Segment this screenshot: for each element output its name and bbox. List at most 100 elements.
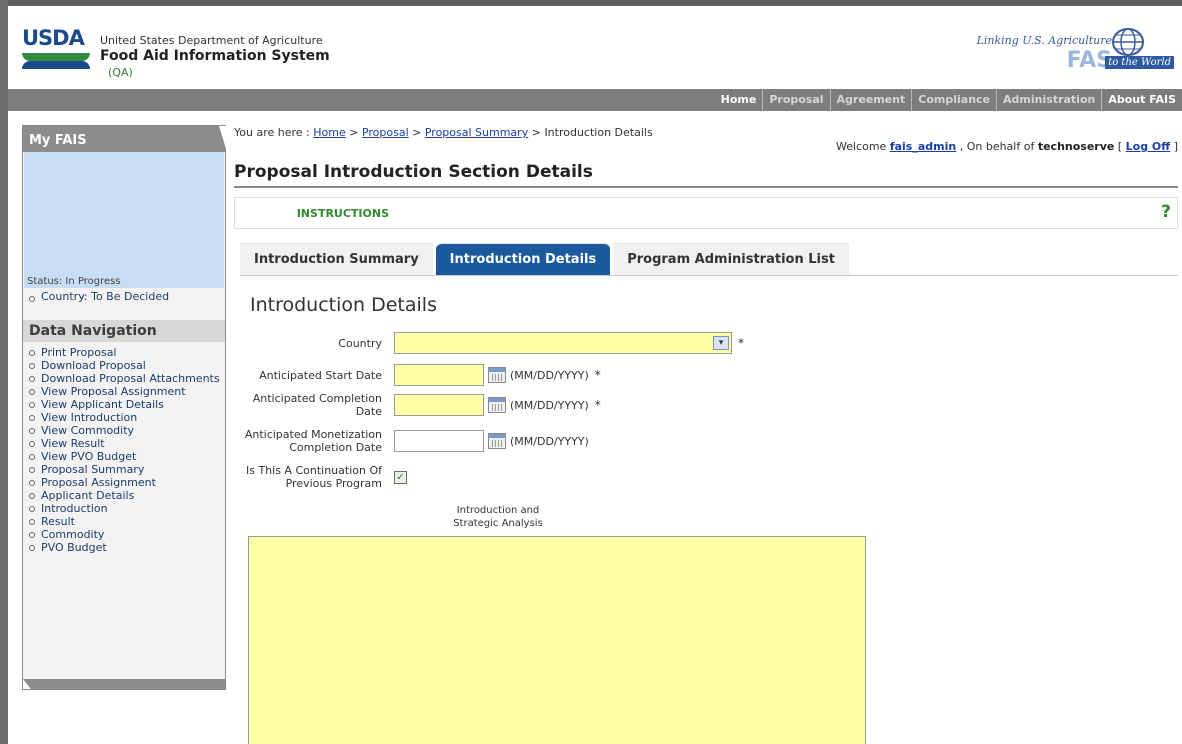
sidebar-item-label: Proposal Summary bbox=[41, 463, 145, 476]
usda-logo-text: USDA bbox=[22, 26, 85, 50]
monetization-date-row: Anticipated Monetization Completion Date… bbox=[234, 428, 589, 454]
bullet-icon bbox=[29, 389, 35, 395]
breadcrumb-proposal-link[interactable]: Proposal bbox=[362, 126, 409, 139]
calendar-icon[interactable] bbox=[488, 367, 506, 383]
globe-icon bbox=[1112, 28, 1144, 56]
sidebar-item-download-proposal[interactable]: Download Proposal bbox=[27, 359, 225, 372]
sidebar: My FAIS Status: In Progress Country: To … bbox=[22, 125, 227, 690]
start-date-input[interactable] bbox=[394, 364, 484, 386]
bullet-icon bbox=[29, 545, 35, 551]
textarea-label: Introduction and Strategic Analysis bbox=[453, 505, 543, 529]
country-row: Country ▾ * bbox=[234, 332, 744, 354]
calendar-icon[interactable] bbox=[488, 433, 506, 449]
breadcrumb-home-link[interactable]: Home bbox=[313, 126, 345, 139]
monetization-date-input[interactable] bbox=[394, 430, 484, 452]
sidebar-item-applicant-details[interactable]: Applicant Details bbox=[27, 489, 225, 502]
fas-logo: Linking U.S. Agriculture FAS to the Worl… bbox=[954, 26, 1174, 76]
breadcrumb-proposal-summary-link[interactable]: Proposal Summary bbox=[425, 126, 528, 139]
completion-date-label: Anticipated Completion Date bbox=[252, 392, 382, 418]
bullet-icon bbox=[29, 402, 35, 408]
sidebar-title: My FAIS bbox=[23, 126, 225, 152]
fas-tagline: Linking U.S. Agriculture bbox=[976, 34, 1112, 47]
bullet-icon bbox=[29, 376, 35, 382]
nav-home[interactable]: Home bbox=[715, 89, 763, 111]
country-select[interactable]: ▾ bbox=[394, 332, 732, 354]
welcome-prefix: Welcome bbox=[836, 140, 890, 153]
sidebar-item-label: Download Proposal Attachments bbox=[41, 372, 220, 385]
required-mark: * bbox=[594, 368, 601, 382]
date-format-hint: (MM/DD/YYYY) bbox=[510, 398, 589, 412]
sidebar-item-label: Commodity bbox=[41, 528, 105, 541]
tab-program-administration-list[interactable]: Program Administration List bbox=[613, 243, 849, 275]
bullet-icon bbox=[29, 532, 35, 538]
completion-date-input[interactable] bbox=[394, 394, 484, 416]
sidebar-item-label: Proposal Assignment bbox=[41, 476, 156, 489]
date-format-hint: (MM/DD/YYYY) bbox=[510, 434, 589, 448]
environment-label: (QA) bbox=[108, 66, 133, 79]
bullet-icon bbox=[29, 519, 35, 525]
tab-introduction-summary[interactable]: Introduction Summary bbox=[240, 243, 433, 275]
breadcrumb-prefix: You are here : bbox=[234, 126, 314, 139]
breadcrumb: You are here : Home > Proposal > Proposa… bbox=[234, 126, 1178, 139]
sidebar-item-view-commodity[interactable]: View Commodity bbox=[27, 424, 225, 437]
sidebar-item-view-result[interactable]: View Result bbox=[27, 437, 225, 450]
help-icon[interactable]: ? bbox=[1161, 202, 1171, 222]
sidebar-item-label: View Proposal Assignment bbox=[41, 385, 186, 398]
bullet-icon bbox=[29, 454, 35, 460]
chevron-down-icon[interactable]: ▾ bbox=[713, 336, 729, 350]
bullet-icon bbox=[29, 295, 35, 302]
sidebar-item-result[interactable]: Result bbox=[27, 515, 225, 528]
logoff-bracket-close: ] bbox=[1170, 140, 1178, 153]
fas-world-banner: to the World bbox=[1105, 56, 1174, 69]
nav-agreement[interactable]: Agreement bbox=[829, 89, 912, 111]
logoff-link[interactable]: Log Off bbox=[1126, 140, 1171, 153]
bullet-icon bbox=[29, 506, 35, 512]
sidebar-item-download-proposal-attachments[interactable]: Download Proposal Attachments bbox=[27, 372, 225, 385]
nav-proposal[interactable]: Proposal bbox=[762, 89, 829, 111]
tab-divider bbox=[240, 275, 1178, 276]
sidebar-item-proposal-assignment[interactable]: Proposal Assignment bbox=[27, 476, 225, 489]
title-divider bbox=[234, 186, 1178, 188]
start-date-label: Anticipated Start Date bbox=[259, 368, 382, 382]
sidebar-item-commodity[interactable]: Commodity bbox=[27, 528, 225, 541]
user-name-link[interactable]: fais_admin bbox=[890, 140, 956, 153]
breadcrumb-separator: > bbox=[528, 126, 545, 139]
sidebar-item-print-proposal[interactable]: Print Proposal bbox=[27, 346, 225, 359]
calendar-icon[interactable] bbox=[488, 397, 506, 413]
sidebar-item-label: Download Proposal bbox=[41, 359, 146, 372]
sidebar-country-line: Country: To Be Decided bbox=[27, 290, 169, 303]
sidebar-item-label: Result bbox=[41, 515, 75, 528]
introduction-analysis-textarea[interactable] bbox=[248, 536, 866, 744]
sidebar-item-label: View Commodity bbox=[41, 424, 135, 437]
sidebar-item-label: View Introduction bbox=[41, 411, 138, 424]
department-name: United States Department of Agriculture bbox=[100, 34, 323, 47]
sidebar-nav-list: Print Proposal Download Proposal Downloa… bbox=[27, 346, 225, 554]
sidebar-item-view-proposal-assignment[interactable]: View Proposal Assignment bbox=[27, 385, 225, 398]
bullet-icon bbox=[29, 467, 35, 473]
breadcrumb-separator: > bbox=[345, 126, 362, 139]
usda-logo-green-wave bbox=[22, 53, 90, 61]
instructions-label: INSTRUCTIONS bbox=[296, 207, 389, 220]
sidebar-item-view-introduction[interactable]: View Introduction bbox=[27, 411, 225, 424]
breadcrumb-current: Introduction Details bbox=[544, 126, 653, 139]
instructions-panel[interactable]: INSTRUCTIONS ? bbox=[234, 197, 1178, 229]
continuation-label: Is This A Continuation Of Previous Progr… bbox=[245, 464, 382, 490]
sidebar-item-pvo-budget[interactable]: PVO Budget bbox=[27, 541, 225, 554]
sidebar-section-data-navigation: Data Navigation bbox=[23, 320, 225, 342]
sidebar-item-label: View PVO Budget bbox=[41, 450, 137, 463]
sidebar-item-introduction[interactable]: Introduction bbox=[27, 502, 225, 515]
bullet-icon bbox=[29, 363, 35, 369]
tab-bar: Introduction Summary Introduction Detail… bbox=[240, 243, 849, 275]
completion-date-row: Anticipated Completion Date (MM/DD/YYYY)… bbox=[234, 392, 601, 418]
sidebar-country-text: Country: To Be Decided bbox=[41, 290, 170, 303]
sidebar-item-proposal-summary[interactable]: Proposal Summary bbox=[27, 463, 225, 476]
window-left-edge bbox=[0, 0, 8, 744]
sidebar-item-view-pvo-budget[interactable]: View PVO Budget bbox=[27, 450, 225, 463]
welcome-bar: Welcome fais_admin , On behalf of techno… bbox=[836, 140, 1178, 153]
sidebar-item-view-applicant-details[interactable]: View Applicant Details bbox=[27, 398, 225, 411]
continuation-checkbox[interactable]: ✓ bbox=[394, 470, 407, 484]
tab-introduction-details[interactable]: Introduction Details bbox=[435, 243, 611, 275]
nav-compliance[interactable]: Compliance bbox=[911, 89, 996, 111]
nav-administration[interactable]: Administration bbox=[996, 89, 1101, 111]
nav-about-fais[interactable]: About FAIS bbox=[1101, 89, 1182, 111]
